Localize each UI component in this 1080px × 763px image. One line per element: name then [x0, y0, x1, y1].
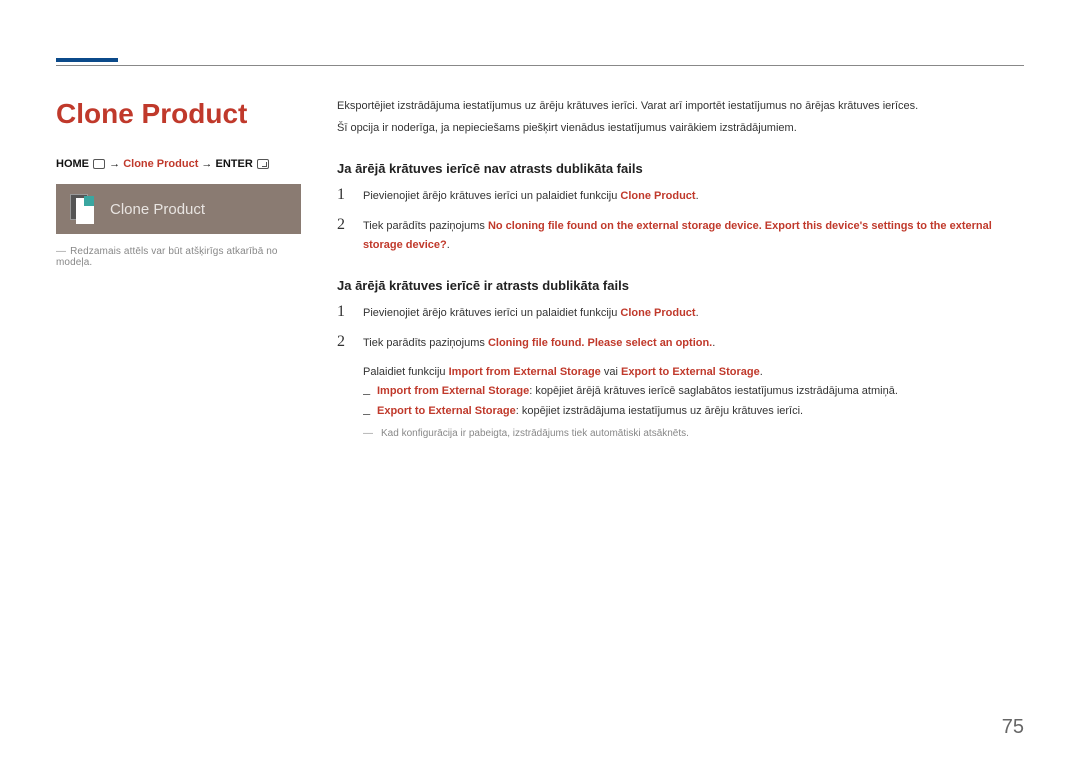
intro-p2: Šī opcija ir noderīga, ja nepieciešams p…: [337, 120, 1024, 138]
left-column: Clone Product HOME → Clone Product → ENT…: [56, 90, 301, 439]
step-text: Tiek parādīts paziņojums No cloning file…: [363, 217, 1024, 254]
sec1-item1: 1 Pievienojiet ārējo krātuves ierīci un …: [337, 186, 1024, 206]
section1-head: Ja ārējā krātuves ierīcē nav atrasts dub…: [337, 161, 1024, 176]
content: Clone Product HOME → Clone Product → ENT…: [56, 90, 1024, 439]
breadcrumb-home: HOME: [56, 158, 89, 170]
breadcrumb: HOME → Clone Product → ENTER: [56, 158, 301, 170]
breadcrumb-enter: ENTER: [215, 158, 252, 170]
run-instruction: Palaidiet funkciju Import from External …: [363, 363, 1024, 383]
sec1-item2: 2 Tiek parādīts paziņojums No cloning fi…: [337, 216, 1024, 254]
sec2-item1: 1 Pievienojiet ārējo krātuves ierīci un …: [337, 303, 1024, 323]
page-title: Clone Product: [56, 98, 301, 130]
step-text: Pievienojiet ārējo krātuves ierīci un pa…: [363, 187, 699, 206]
step-text: Tiek parādīts paziņojums Cloning file fo…: [363, 334, 715, 353]
accent-bar: [56, 58, 118, 62]
clone-product-tile: Clone Product: [56, 184, 301, 234]
reboot-note: Kad konfigurācija ir pabeigta, izstrādāj…: [363, 428, 1024, 439]
sec2-item2: 2 Tiek parādīts paziņojums Cloning file …: [337, 333, 1024, 353]
section2-head: Ja ārējā krātuves ierīcē ir atrasts dubl…: [337, 278, 1024, 293]
page: Clone Product HOME → Clone Product → ENT…: [0, 0, 1080, 763]
right-column: Eksportējiet izstrādājuma iestatījumus u…: [337, 90, 1024, 439]
enter-icon: [257, 159, 269, 169]
clone-product-icon: [70, 194, 98, 224]
export-desc: Export to External Storage: kopējiet izs…: [363, 402, 1024, 422]
page-number: 75: [1002, 716, 1024, 739]
intro-p1: Eksportējiet izstrādājuma iestatījumus u…: [337, 98, 1024, 116]
step-number: 1: [337, 186, 349, 204]
step-number: 2: [337, 216, 349, 234]
breadcrumb-mid: Clone Product: [123, 158, 198, 170]
top-rule: [56, 65, 1024, 66]
import-desc: Import from External Storage: kopējiet ā…: [363, 382, 1024, 402]
home-icon: [93, 159, 105, 169]
step-text: Pievienojiet ārējo krātuves ierīci un pa…: [363, 304, 699, 323]
image-disclaimer: Redzamais attēls var būt atšķirīgs atkar…: [56, 246, 301, 268]
step-number: 2: [337, 333, 349, 351]
tile-label: Clone Product: [110, 201, 205, 218]
step-number: 1: [337, 303, 349, 321]
